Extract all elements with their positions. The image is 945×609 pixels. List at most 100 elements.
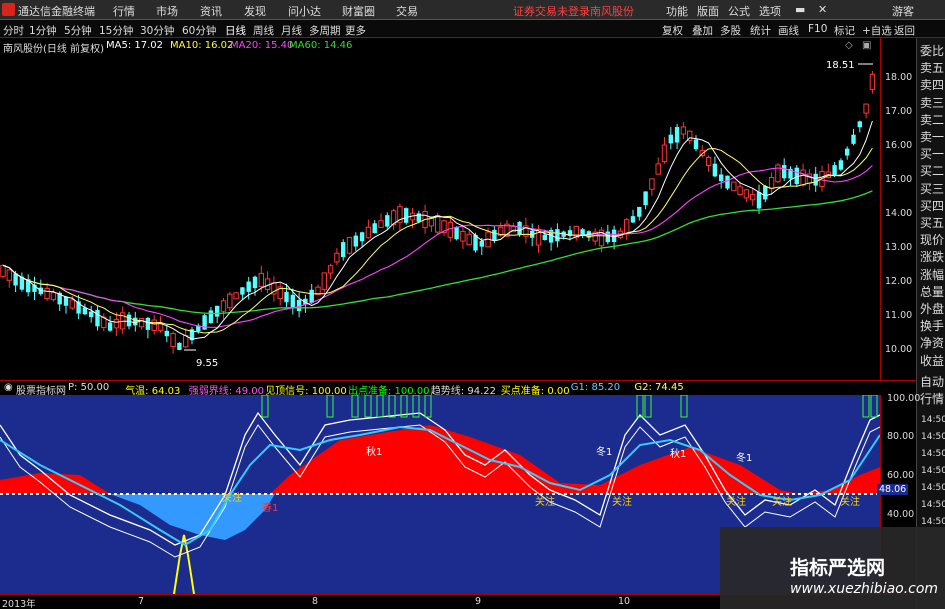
candle-body	[851, 134, 856, 144]
menu-market[interactable]: 市场	[156, 3, 178, 19]
candle-body	[341, 242, 346, 258]
close-icon[interactable]: ✕	[818, 3, 827, 16]
side-tab[interactable]: 行情	[920, 390, 944, 407]
period-more[interactable]: 更多	[345, 23, 366, 38]
period-monthly[interactable]: 月线	[281, 23, 302, 38]
candle-body	[334, 252, 340, 263]
side-tab[interactable]: 买五	[920, 214, 944, 231]
candle-body	[756, 192, 762, 209]
side-tab[interactable]: 涨幅	[920, 266, 944, 283]
side-tab[interactable]: 买四	[920, 197, 944, 214]
side-tab[interactable]: 买二	[920, 162, 944, 179]
tool-overlay[interactable]: 叠加	[692, 23, 713, 38]
side-tab[interactable]: 总量	[920, 283, 944, 300]
stock-name-header: 南风股份	[590, 5, 634, 18]
period-weekly[interactable]: 周线	[253, 23, 274, 38]
menu-trade[interactable]: 交易	[396, 3, 418, 19]
menu-discover[interactable]: 发现	[244, 3, 266, 19]
menu-formula[interactable]: 公式	[728, 3, 750, 19]
panel-toggle-icon[interactable]: ▣	[862, 40, 871, 51]
candle-body	[113, 319, 120, 329]
side-tab[interactable]: 卖四	[920, 76, 944, 93]
menu-function[interactable]: 功能	[666, 3, 688, 19]
candle-body	[327, 265, 334, 274]
candle-body	[845, 148, 850, 156]
date-month: 7	[138, 596, 145, 607]
menu-wealth[interactable]: 财富圈	[342, 3, 375, 19]
tool-multi-stock[interactable]: 多股	[720, 23, 741, 38]
watermark-name: 指标严选网	[790, 557, 886, 579]
tool-back[interactable]: 返回	[894, 23, 915, 38]
minimize-icon[interactable]: ▬	[795, 3, 805, 16]
login-status[interactable]: 证券交易未登录	[513, 3, 590, 19]
side-tab[interactable]: 现价	[920, 231, 944, 248]
buy-label: 关注	[726, 495, 746, 508]
menu-options[interactable]: 选项	[759, 3, 781, 19]
guest-label[interactable]: 游客	[892, 3, 914, 19]
candle-body	[447, 221, 454, 238]
ma60-line	[2, 190, 873, 315]
ma60-value: MA60: 14.46	[289, 40, 353, 51]
price-tick: 16.00	[885, 140, 913, 151]
period-multi[interactable]: 多周期	[309, 23, 341, 38]
indicator-settings-icon[interactable]: ◉	[4, 382, 13, 393]
candle-body	[768, 176, 775, 190]
watermark-url: www.xuezhibiao.com	[790, 581, 939, 597]
ma10-value: MA10: 16.02	[170, 40, 234, 51]
menu-ask[interactable]: 问小达	[288, 3, 321, 19]
candle-body	[215, 305, 220, 317]
spring-label: 春1	[262, 502, 278, 514]
candles-group	[0, 70, 876, 354]
period-timeshare[interactable]: 分时	[3, 23, 24, 38]
period-15min[interactable]: 15分钟	[99, 23, 133, 38]
side-tab[interactable]: 涨跌	[920, 248, 944, 265]
candle-body	[460, 230, 466, 242]
menu-news[interactable]: 资讯	[200, 3, 222, 19]
candlestick-chart[interactable]: 9.55 18.51	[0, 54, 880, 380]
candle-body	[208, 310, 214, 323]
period-60min[interactable]: 60分钟	[182, 23, 216, 38]
tool-add-favorite[interactable]: +自选	[862, 23, 892, 38]
period-30min[interactable]: 30分钟	[140, 23, 174, 38]
period-1min[interactable]: 1分钟	[29, 23, 57, 38]
candle-body	[385, 215, 390, 227]
price-tick: 14.00	[885, 208, 913, 219]
period-daily[interactable]: 日线	[225, 23, 246, 38]
buy-label: 关注	[222, 491, 242, 504]
side-tab[interactable]: 买一	[920, 145, 944, 162]
ma20-value: MA20: 15.40	[230, 40, 294, 51]
side-tab[interactable]: 买三	[920, 180, 944, 197]
side-tab[interactable]: 卖五	[920, 59, 944, 76]
tool-adjust[interactable]: 复权	[662, 23, 683, 38]
side-tab[interactable]: 收益	[920, 352, 944, 369]
side-tab[interactable]: 净资	[920, 334, 944, 351]
side-tab[interactable]: 卖三	[920, 94, 944, 111]
candle-body	[0, 264, 6, 277]
price-tick: 11.00	[885, 310, 913, 321]
candle-body	[252, 276, 258, 289]
side-tab[interactable]: 换手	[920, 317, 944, 334]
candle-body	[404, 208, 409, 223]
candle-body	[177, 342, 182, 350]
side-tab[interactable]: 自动	[920, 373, 944, 390]
side-tab[interactable]: 委比	[920, 42, 944, 59]
period-5min[interactable]: 5分钟	[64, 23, 92, 38]
menu-layout[interactable]: 版面	[697, 3, 719, 19]
candle-body	[240, 287, 245, 295]
side-tab[interactable]: 外盘	[920, 300, 944, 317]
side-tab[interactable]: 卖二	[920, 111, 944, 128]
tool-mark[interactable]: 标记	[834, 23, 855, 38]
tool-f10[interactable]: F10	[808, 23, 827, 35]
low-price-label: 9.55	[196, 358, 218, 369]
candle-body	[668, 134, 673, 144]
candle-body	[857, 121, 862, 128]
candle-body	[725, 175, 730, 189]
settings-diamond-icon[interactable]: ◇	[845, 40, 853, 51]
candle-body	[517, 221, 522, 235]
tool-stats[interactable]: 统计	[750, 23, 771, 38]
menu-quotes[interactable]: 行情	[113, 3, 135, 19]
side-tab[interactable]: 卖一	[920, 128, 944, 145]
candle-body	[479, 240, 484, 247]
buy-label: 关注	[772, 495, 792, 508]
tool-draw[interactable]: 画线	[778, 23, 799, 38]
